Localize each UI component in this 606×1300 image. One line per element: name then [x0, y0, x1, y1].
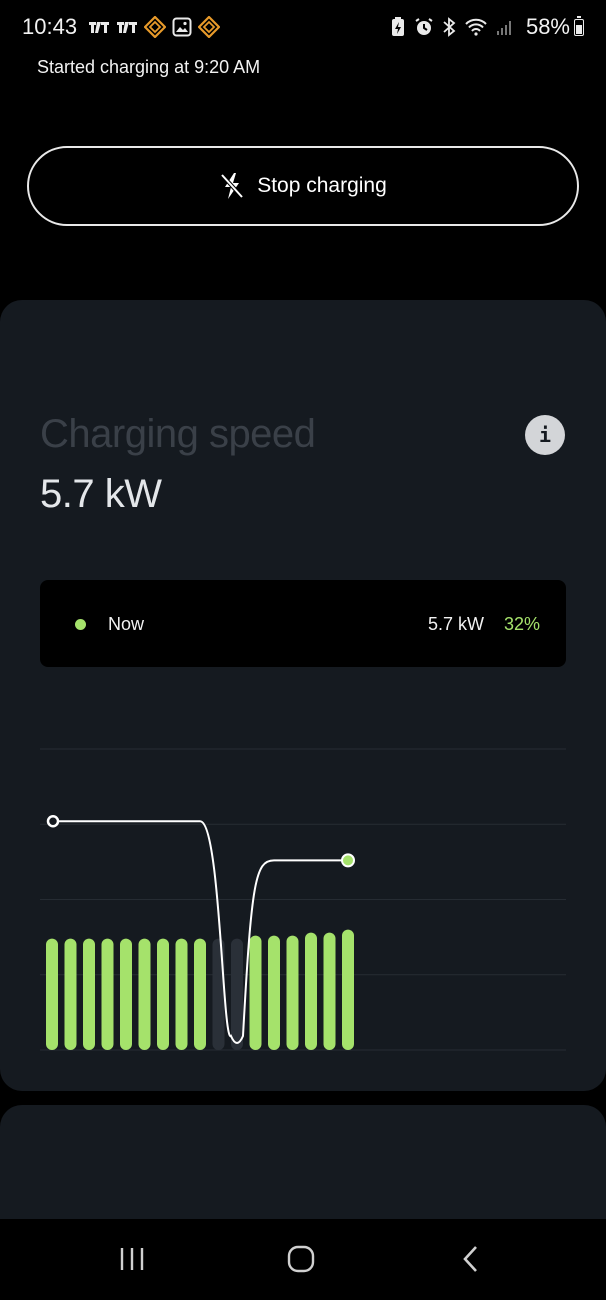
chart-bar [64, 938, 77, 1050]
chart-start-point [46, 814, 60, 828]
chart-bar [323, 932, 336, 1050]
legend-percent: 32% [504, 614, 541, 634]
signal-icon [497, 21, 511, 35]
stop-charging-icon [220, 173, 244, 199]
chart-bar [157, 938, 169, 1050]
chart-bar [83, 938, 95, 1050]
back-button[interactable] [441, 1239, 501, 1279]
legend-value: 5.7 kW [428, 614, 485, 634]
battery-saver-icon [392, 17, 404, 36]
chart-bar [120, 938, 132, 1050]
legend-dot [75, 619, 86, 630]
battery-icon [574, 16, 584, 36]
system-icons [390, 16, 514, 38]
chart-bar [138, 938, 151, 1050]
bluetooth-icon [443, 17, 456, 37]
navigation-bar [0, 1219, 606, 1300]
status-bar: 10:43 58% [0, 0, 606, 56]
tradingview-icon [89, 22, 109, 33]
recent-apps-icon [120, 1248, 144, 1270]
charging-speed-card: Charging speed 5.7 kW i Now 5.7 kW 32% [0, 300, 606, 1091]
chart-bar [305, 932, 317, 1050]
chart-bar [46, 938, 58, 1050]
chart-bar [231, 938, 243, 1050]
charging-start-text: Started charging at 9:20 AM [37, 57, 261, 77]
info-button[interactable]: i [525, 415, 565, 455]
stop-charging-button[interactable]: Stop charging [27, 146, 579, 226]
alarm-icon [415, 18, 433, 35]
home-icon [287, 1245, 315, 1273]
notification-icons [88, 16, 220, 38]
chart-bar [194, 938, 206, 1050]
info-icon: i [538, 423, 552, 447]
battery-level [576, 25, 582, 34]
charging-speed-value: 5.7 kW [40, 472, 162, 516]
charging-speed-chart[interactable] [0, 720, 606, 1080]
home-button[interactable] [271, 1239, 331, 1279]
chart-bar [286, 935, 299, 1050]
rivian-icon [144, 16, 166, 38]
tradingview-icon [117, 22, 137, 33]
back-icon [463, 1246, 477, 1272]
chart-bar [175, 938, 188, 1050]
rivian-icon [198, 16, 220, 38]
gallery-icon [172, 17, 192, 37]
battery-percent: 58% [525, 14, 570, 39]
charging-speed-title: Charging speed [40, 412, 316, 456]
wifi-icon [465, 18, 487, 36]
chart-bar [249, 935, 262, 1050]
recent-apps-button[interactable] [102, 1239, 162, 1279]
chart-bar [342, 929, 354, 1050]
chart-bar [101, 938, 114, 1050]
chart-current-point [341, 853, 355, 868]
status-time: 10:43 [22, 14, 78, 39]
legend-box: Now 5.7 kW 32% [40, 580, 566, 667]
legend-label: Now [108, 614, 145, 634]
stop-charging-label: Stop charging [257, 174, 387, 197]
chart-bar [268, 935, 280, 1050]
app-screen: 10:43 58% Started charging at 9:20 AM St… [0, 0, 606, 1300]
